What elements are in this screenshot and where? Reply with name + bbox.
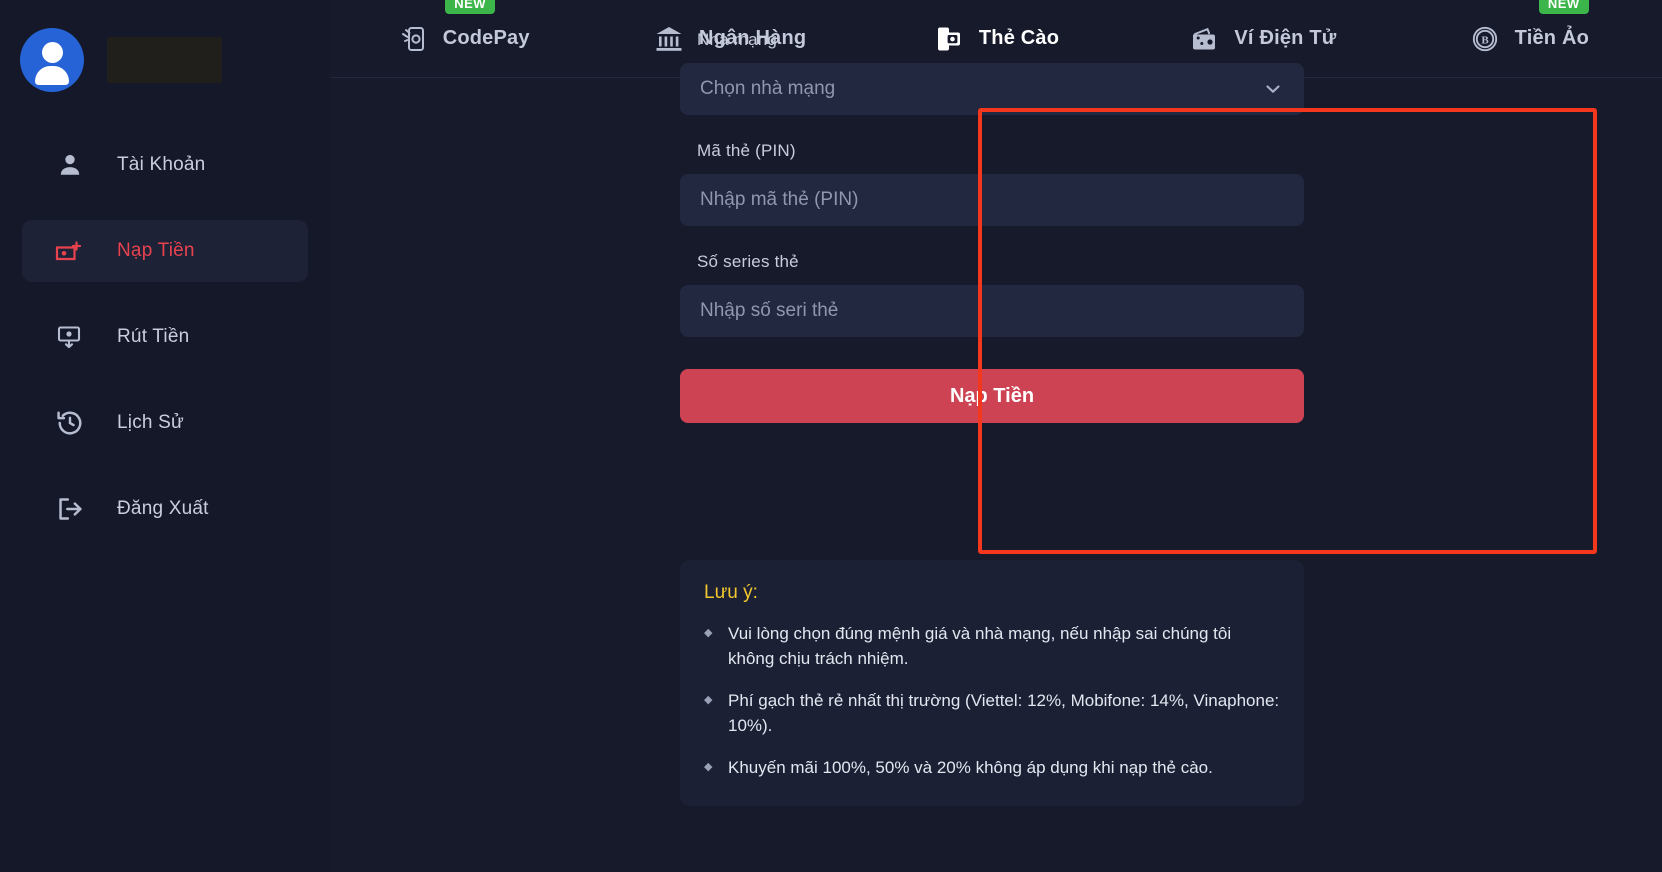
money-down-icon — [53, 322, 87, 352]
sidebar-item-label: Đăng Xuất — [117, 498, 209, 519]
new-badge: NEW — [445, 0, 496, 14]
sidebar-nav: Tài Khoản Nạp Tiền Rút Tiền Lịch Sử Đăng… — [0, 134, 330, 540]
tab-label: Tiền Ảo — [1514, 27, 1590, 49]
note-text: Vui lòng chọn đúng mệnh giá và nhà mạng,… — [728, 624, 1232, 668]
sidebar-item-nap-tien[interactable]: Nạp Tiền — [22, 220, 308, 282]
sidebar-item-label: Rút Tiền — [117, 326, 190, 347]
sidebar-item-label: Lịch Sử — [117, 412, 184, 433]
pin-input-placeholder: Nhập mã thẻ (PIN) — [700, 189, 859, 210]
diamond-bullet-icon: ◆ — [704, 694, 713, 706]
app-root: Tài Khoản Nạp Tiền Rút Tiền Lịch Sử Đăng… — [0, 0, 1662, 872]
diamond-bullet-icon: ◆ — [704, 761, 713, 773]
sidebar-item-label: Nạp Tiền — [117, 240, 195, 261]
note-text: Phí gạch thẻ rẻ nhất thị trường (Viettel… — [728, 691, 1280, 735]
note-item: ◆ Vui lòng chọn đúng mệnh giá và nhà mạn… — [704, 621, 1280, 671]
profile-header — [0, 0, 330, 96]
sidebar-item-lich-su[interactable]: Lịch Sử — [22, 392, 308, 454]
logout-icon — [53, 494, 87, 524]
notes-panel: Lưu ý: ◆ Vui lòng chọn đúng mệnh giá và … — [680, 560, 1304, 806]
provider-label: Nhà mạng — [697, 30, 778, 49]
sidebar-item-tai-khoan[interactable]: Tài Khoản — [22, 134, 308, 196]
notes-title: Lưu ý: — [704, 582, 758, 603]
chevron-down-icon — [1262, 78, 1284, 100]
provider-select-value: Chọn nhà mạng — [700, 78, 836, 99]
provider-select[interactable]: Chọn nhà mạng — [680, 63, 1304, 115]
tab-label: CodePay — [442, 27, 530, 49]
new-badge: NEW — [1538, 0, 1589, 14]
avatar[interactable] — [20, 28, 84, 92]
main-content: NEW CodePay Ngân Hàng Thẻ Cào Ví Điện Tử… — [330, 0, 1662, 872]
note-item: ◆ Phí gạch thẻ rẻ nhất thị trường (Viett… — [704, 688, 1280, 738]
serial-label: Số series thẻ — [697, 252, 799, 271]
sidebar-item-rut-tien[interactable]: Rút Tiền — [22, 306, 308, 368]
phone-scan-icon — [397, 23, 429, 55]
pin-label: Mã thẻ (PIN) — [697, 141, 796, 160]
note-item: ◆ Khuyến mãi 100%, 50% và 20% không áp d… — [704, 755, 1280, 780]
sidebar-item-dang-xuat[interactable]: Đăng Xuất — [22, 478, 308, 540]
submit-topup-button[interactable]: Nạp Tiền — [680, 369, 1304, 423]
tab-codepay[interactable]: NEW CodePay — [330, 0, 596, 78]
user-icon — [53, 150, 87, 180]
tab-tien-ao[interactable]: NEW B Tiền Ảo — [1396, 0, 1662, 78]
pin-input-wrap[interactable]: Nhập mã thẻ (PIN) — [680, 174, 1304, 226]
bitcoin-icon: B — [1469, 23, 1501, 55]
svg-text:B: B — [1481, 34, 1489, 46]
history-clock-icon — [53, 408, 87, 438]
diamond-bullet-icon: ◆ — [704, 627, 713, 639]
note-text: Khuyến mãi 100%, 50% và 20% không áp dụn… — [728, 758, 1213, 777]
sidebar: Tài Khoản Nạp Tiền Rút Tiền Lịch Sử Đăng… — [0, 0, 330, 872]
username-redacted-box — [107, 37, 222, 83]
avatar-body-shape — [35, 66, 69, 85]
topup-form: Nhà mạng Chọn nhà mạng Mã thẻ (PIN) Nhập… — [680, 30, 1304, 423]
sidebar-item-label: Tài Khoản — [117, 154, 206, 175]
avatar-head-shape — [41, 42, 63, 63]
money-plus-icon — [53, 236, 87, 266]
serial-input-placeholder: Nhập số seri thẻ — [700, 300, 839, 321]
serial-input-wrap[interactable]: Nhập số seri thẻ — [680, 285, 1304, 337]
